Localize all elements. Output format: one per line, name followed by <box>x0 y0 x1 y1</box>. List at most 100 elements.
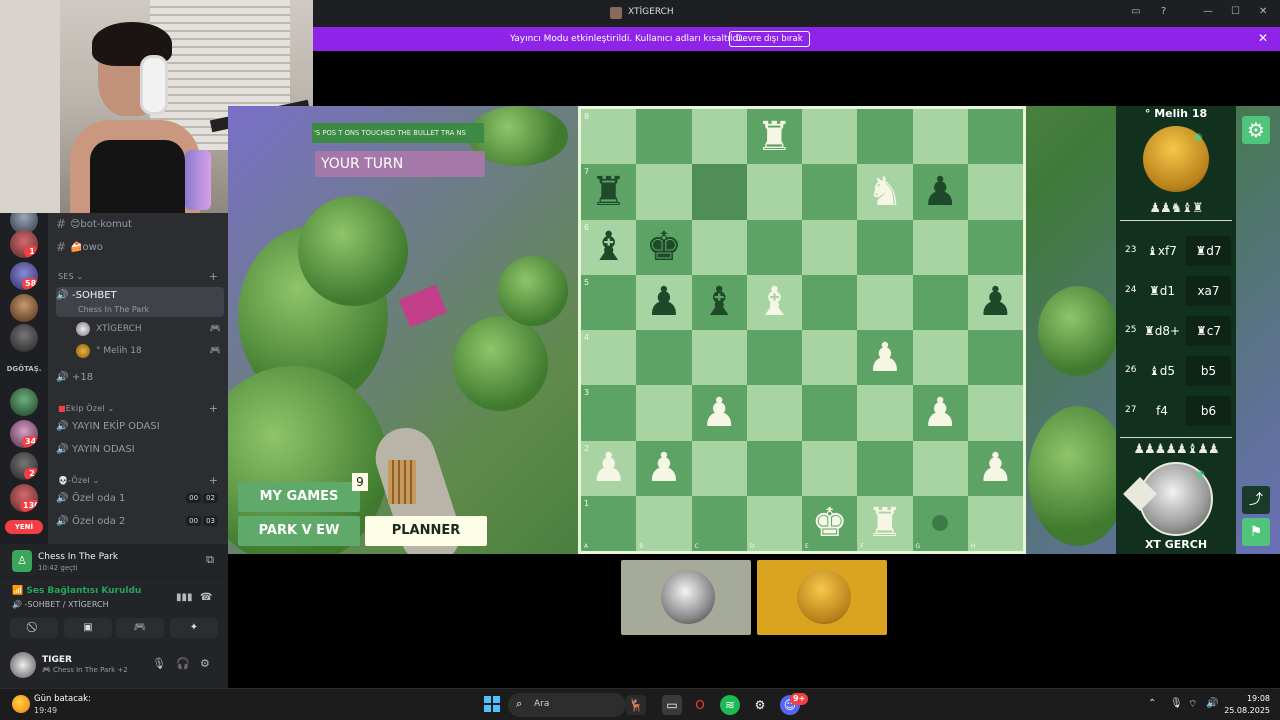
square-a7[interactable]: 7 ♜ <box>581 164 637 220</box>
square-a5[interactable]: 5 <box>581 274 637 330</box>
square-c4[interactable] <box>691 330 747 386</box>
camera-off-button[interactable]: ⃠ <box>10 618 58 638</box>
disable-streamer-mode-button[interactable]: Devre dışı bırak <box>729 31 810 47</box>
server-icon[interactable]: 58 <box>10 262 38 290</box>
activity-card[interactable]: ♙ Chess In The Park 10:42 geçti ⧉ <box>0 544 228 578</box>
microphone-icon[interactable]: 🎙 <box>1170 698 1183 709</box>
square-g4[interactable] <box>912 330 968 386</box>
settings-gear-icon[interactable]: ⚙ <box>200 657 210 670</box>
chess-piece-black[interactable]: ♜ <box>581 164 636 219</box>
square-e1[interactable]: E ♚ <box>802 495 858 551</box>
square-c3[interactable]: ♟ <box>691 385 747 441</box>
square-f2[interactable] <box>857 440 913 496</box>
square-c2[interactable] <box>691 440 747 496</box>
square-g1[interactable]: G <box>912 495 968 551</box>
square-c8[interactable] <box>691 109 747 165</box>
windows-start-icon[interactable] <box>484 696 500 712</box>
square-d8[interactable]: ♜ <box>746 109 802 165</box>
square-f6[interactable] <box>857 219 913 275</box>
square-h3[interactable] <box>967 385 1023 441</box>
square-g8[interactable] <box>912 109 968 165</box>
square-b6[interactable]: ♚ <box>636 219 692 275</box>
deer-icon[interactable]: 🦌 <box>626 695 646 715</box>
voice-member[interactable]: XTİGERCH 🎮 <box>76 319 221 339</box>
volume-icon[interactable]: 🔊 <box>1206 698 1218 709</box>
square-b2[interactable]: ♟ <box>636 440 692 496</box>
server-icon[interactable] <box>10 294 38 322</box>
square-b5[interactable]: ♟ <box>636 274 692 330</box>
square-e8[interactable] <box>802 109 858 165</box>
square-g6[interactable] <box>912 219 968 275</box>
white-move[interactable]: ♜d8+ <box>1142 316 1182 346</box>
text-channel[interactable]: # 🍰owo <box>56 237 224 257</box>
close-icon[interactable]: ✕ <box>1259 6 1267 17</box>
settings-gear-icon[interactable]: ⚙ <box>1242 116 1270 144</box>
category-ekip[interactable]: ■Ekip Özel ⌄ <box>58 404 114 413</box>
square-a2[interactable]: 2 ♟ <box>581 440 637 496</box>
microphone-icon[interactable]: 🎙 <box>152 657 166 670</box>
square-g7[interactable]: ♟ <box>912 164 968 220</box>
square-f8[interactable] <box>857 109 913 165</box>
square-e3[interactable] <box>802 385 858 441</box>
white-move[interactable]: f4 <box>1142 396 1182 426</box>
move-row[interactable]: 24 ♜d1 xa7 <box>1116 276 1236 306</box>
move-row[interactable]: 27 f4 b6 <box>1116 396 1236 426</box>
chess-piece-black[interactable]: ♚ <box>636 220 691 275</box>
black-move[interactable]: b5 <box>1186 356 1231 386</box>
square-d3[interactable] <box>746 385 802 441</box>
square-c5[interactable]: ♝ <box>691 274 747 330</box>
steam-icon[interactable]: ⚙ <box>750 695 770 715</box>
task-view-icon[interactable]: ▭ <box>662 695 682 715</box>
square-b8[interactable] <box>636 109 692 165</box>
new-pill[interactable]: YENİ <box>5 520 43 534</box>
chevron-up-icon[interactable]: ⌃ <box>1148 698 1156 709</box>
square-d2[interactable] <box>746 440 802 496</box>
square-a4[interactable]: 4 <box>581 330 637 386</box>
planner-button[interactable]: PLANNER <box>365 516 487 546</box>
server-icon[interactable]: 130 <box>10 484 38 512</box>
square-f7[interactable]: ♞ <box>857 164 913 220</box>
voice-member[interactable]: ° Melih 18 🎮 <box>76 341 221 361</box>
chess-piece-white[interactable]: ♟ <box>636 441 691 496</box>
square-h7[interactable] <box>967 164 1023 220</box>
chess-piece-white[interactable]: ♟ <box>968 441 1023 496</box>
wifi-icon[interactable]: ⌔ <box>1188 698 1197 711</box>
opera-icon[interactable]: O <box>690 695 710 715</box>
square-d5[interactable]: ♝ <box>746 274 802 330</box>
chess-piece-white[interactable]: ♞ <box>857 164 912 219</box>
move-row[interactable]: 26 ♝d5 b5 <box>1116 356 1236 386</box>
white-move[interactable]: ♝xf7 <box>1142 236 1182 266</box>
square-f5[interactable] <box>857 274 913 330</box>
square-h1[interactable]: H <box>967 495 1023 551</box>
add-channel-button[interactable]: + <box>209 402 218 415</box>
weather-icon[interactable] <box>12 695 30 713</box>
minimize-icon[interactable]: — <box>1203 6 1213 17</box>
chess-piece-white[interactable]: ♝ <box>747 275 802 330</box>
screen-share-button[interactable]: ▣ <box>64 618 112 638</box>
square-a3[interactable]: 3 <box>581 385 637 441</box>
move-row[interactable]: 23 ♝xf7 ♜d7 <box>1116 236 1236 266</box>
chess-piece-white[interactable]: ♟ <box>857 330 912 385</box>
move-row[interactable]: 25 ♜d8+ ♜c7 <box>1116 316 1236 346</box>
disconnect-icon[interactable]: ☎ <box>200 592 212 603</box>
chess-piece-white[interactable]: ♟ <box>581 441 636 496</box>
square-c1[interactable]: C <box>691 495 747 551</box>
voice-channel[interactable]: 🔊 YAYIN EKİP ODASI <box>56 416 224 436</box>
square-h4[interactable] <box>967 330 1023 386</box>
square-e5[interactable] <box>802 274 858 330</box>
black-move[interactable]: b6 <box>1186 396 1231 426</box>
chess-piece-white[interactable]: ♟ <box>692 385 747 440</box>
square-h2[interactable]: ♟ <box>967 440 1023 496</box>
square-c6[interactable] <box>691 219 747 275</box>
square-d1[interactable]: D <box>746 495 802 551</box>
voice-channel[interactable]: 🔊 YAYIN ODASI <box>56 439 224 459</box>
square-d7[interactable] <box>746 164 802 220</box>
square-e6[interactable] <box>802 219 858 275</box>
black-move[interactable]: xa7 <box>1186 276 1231 306</box>
square-d6[interactable] <box>746 219 802 275</box>
square-e7[interactable] <box>802 164 858 220</box>
text-channel[interactable]: # 😊bot-komut <box>56 214 224 234</box>
square-f1[interactable]: F ♜ <box>857 495 913 551</box>
square-e4[interactable] <box>802 330 858 386</box>
voice-channel[interactable]: 🔊 Özel oda 1 00 02 <box>56 488 224 508</box>
